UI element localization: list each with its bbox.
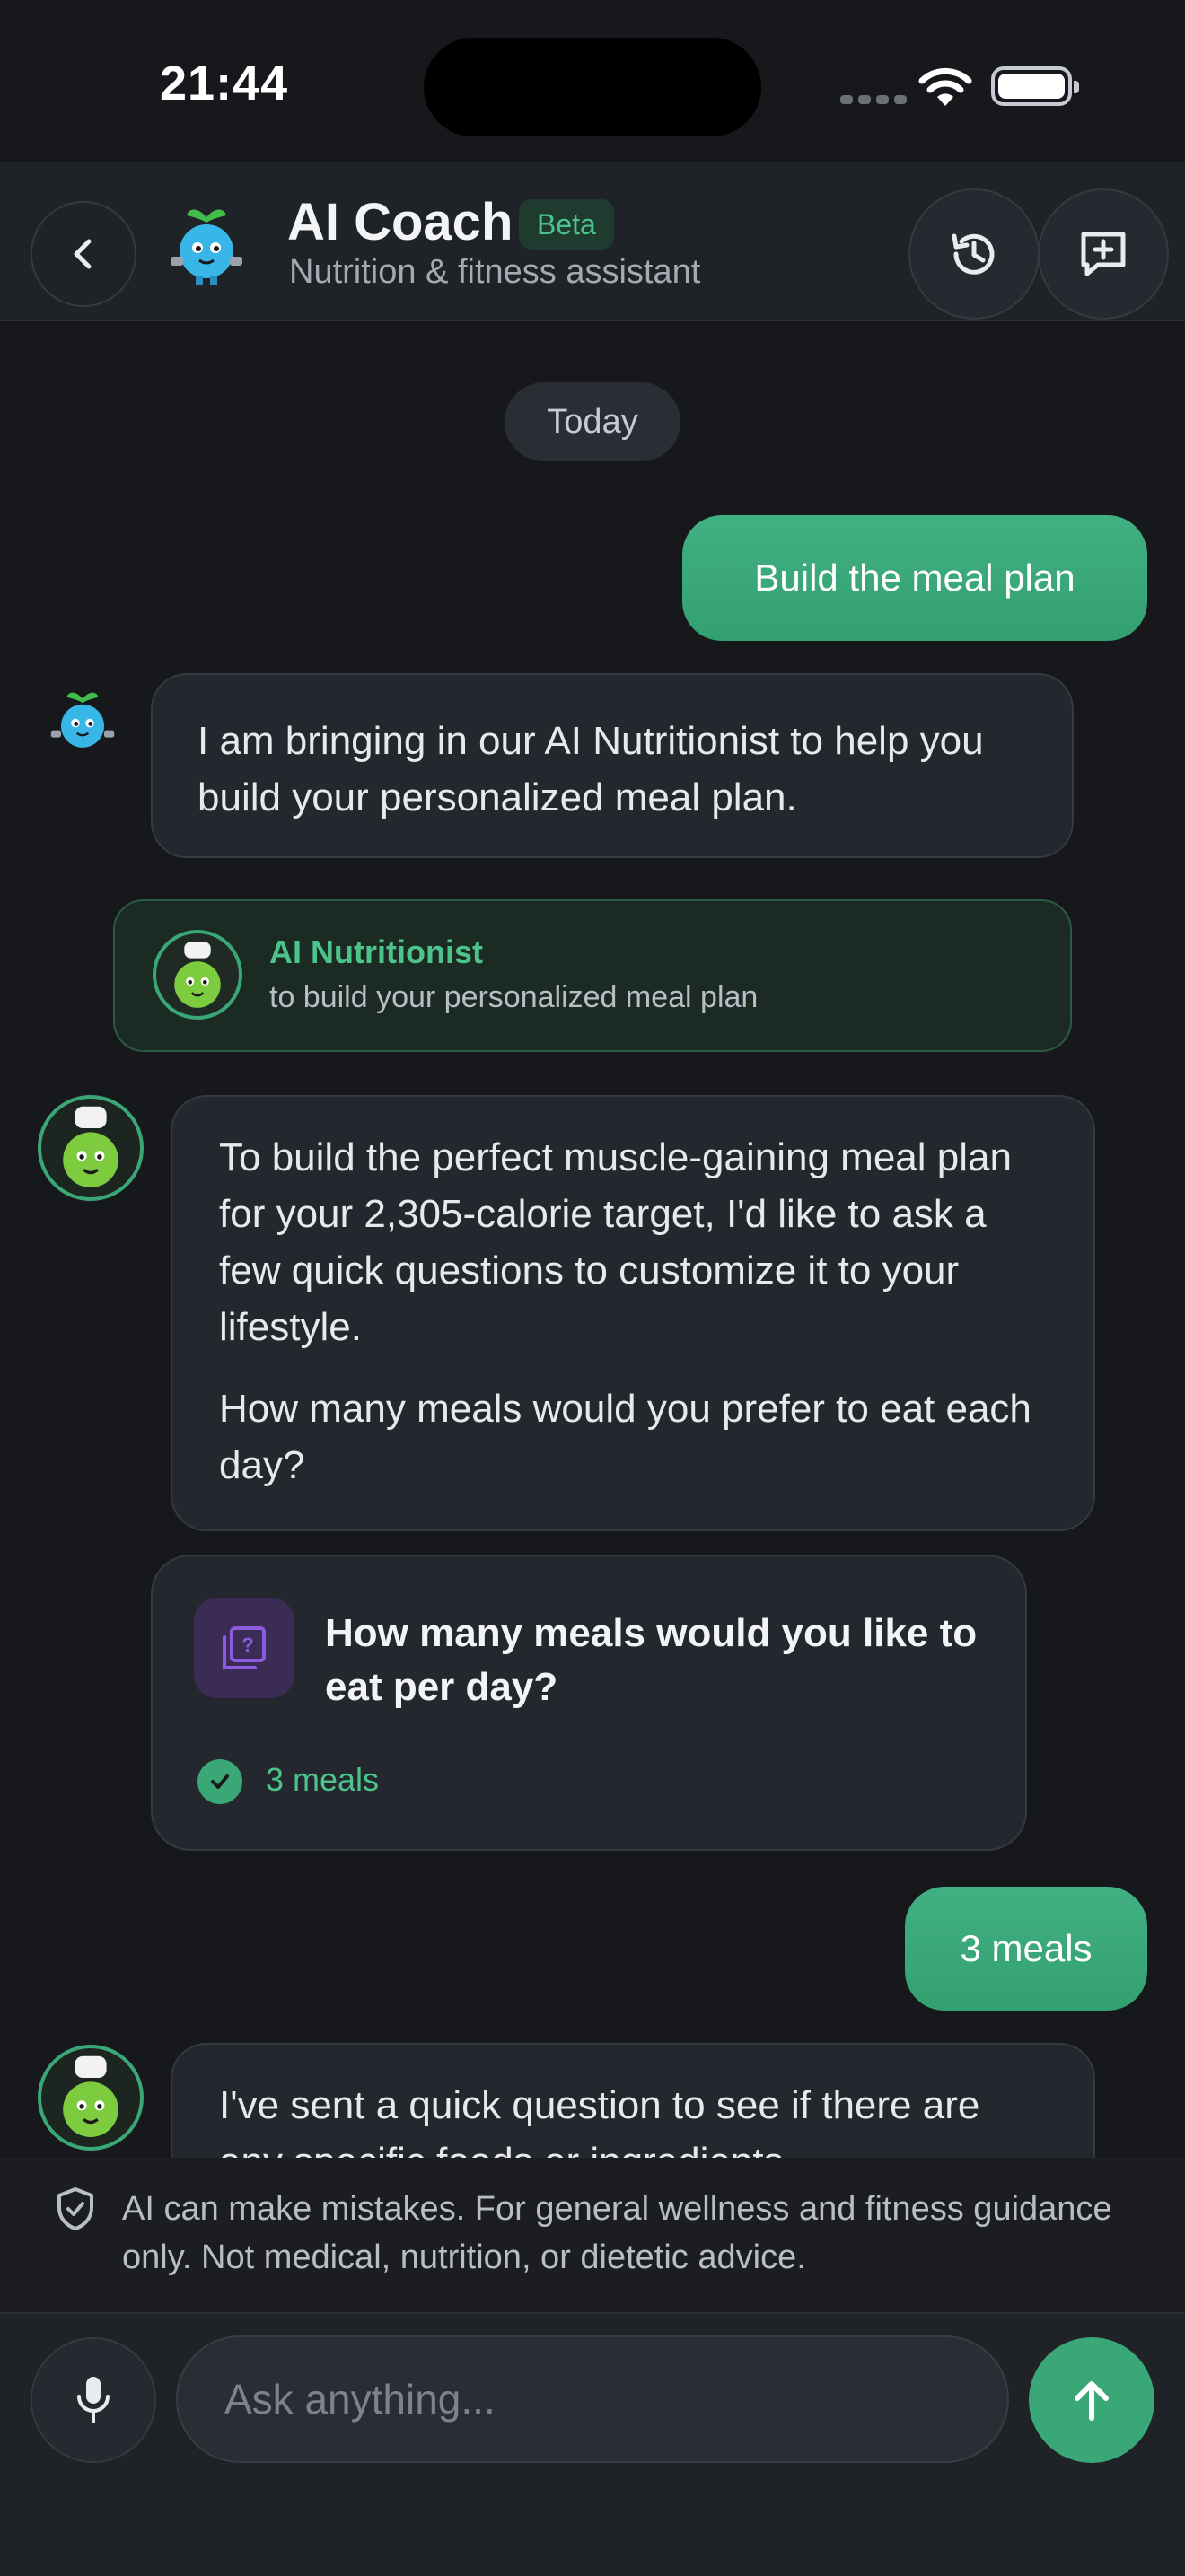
selected-answer: 3 meals bbox=[266, 1761, 380, 1798]
nutritionist-avatar bbox=[38, 2045, 144, 2151]
send-button[interactable] bbox=[1029, 2337, 1154, 2463]
mic-button[interactable] bbox=[31, 2337, 156, 2463]
nutritionist-avatar bbox=[153, 930, 242, 1020]
check-icon bbox=[198, 1759, 242, 1804]
handoff-title: AI Nutritionist bbox=[269, 933, 483, 970]
ai-disclaimer: AI can make mistakes. For general wellne… bbox=[122, 2190, 1112, 2276]
coach-message: I am bringing in our AI Nutritionist to … bbox=[151, 673, 1074, 858]
chevron-left-icon bbox=[74, 239, 92, 269]
nutritionist-handoff-card[interactable] bbox=[113, 899, 1072, 1052]
new-chat-icon bbox=[1081, 232, 1126, 276]
nutritionist-message: To build the perfect muscle-gaining meal… bbox=[171, 1095, 1095, 1531]
signal-icon bbox=[840, 95, 907, 104]
date-separator: Today bbox=[505, 382, 680, 461]
status-time: 21:44 bbox=[160, 57, 289, 110]
coach-avatar bbox=[162, 201, 251, 295]
microphone-icon bbox=[77, 2377, 110, 2423]
wifi-icon bbox=[917, 65, 973, 114]
beta-badge: Beta bbox=[519, 199, 614, 250]
coach-small-avatar bbox=[45, 686, 120, 762]
new-chat-button[interactable] bbox=[1038, 188, 1169, 320]
dynamic-island bbox=[424, 38, 761, 136]
question-icon: ? bbox=[194, 1598, 294, 1698]
message-paragraph: How many meals would you prefer to eat e… bbox=[219, 1387, 1031, 1487]
page-title: AI Coach bbox=[287, 193, 514, 251]
user-message: 3 meals bbox=[905, 1887, 1147, 2011]
svg-text:?: ? bbox=[241, 1634, 253, 1656]
user-message: Build the meal plan bbox=[682, 515, 1147, 641]
battery-icon bbox=[991, 66, 1079, 106]
history-button[interactable] bbox=[908, 188, 1040, 320]
chat-input[interactable]: Ask anything... bbox=[176, 2335, 1009, 2463]
page-subtitle: Nutrition & fitness assistant bbox=[289, 253, 701, 291]
question-text: How many meals would you like to eat per… bbox=[325, 1611, 978, 1709]
arrow-up-icon bbox=[1075, 2381, 1109, 2421]
history-icon bbox=[952, 233, 995, 275]
back-button[interactable] bbox=[31, 201, 136, 307]
message-paragraph: To build the perfect muscle-gaining meal… bbox=[219, 1135, 1012, 1349]
handoff-subtitle: to build your personalized meal plan bbox=[269, 980, 759, 1014]
shield-check-icon bbox=[56, 2186, 95, 2236]
nutritionist-avatar bbox=[38, 1095, 144, 1201]
